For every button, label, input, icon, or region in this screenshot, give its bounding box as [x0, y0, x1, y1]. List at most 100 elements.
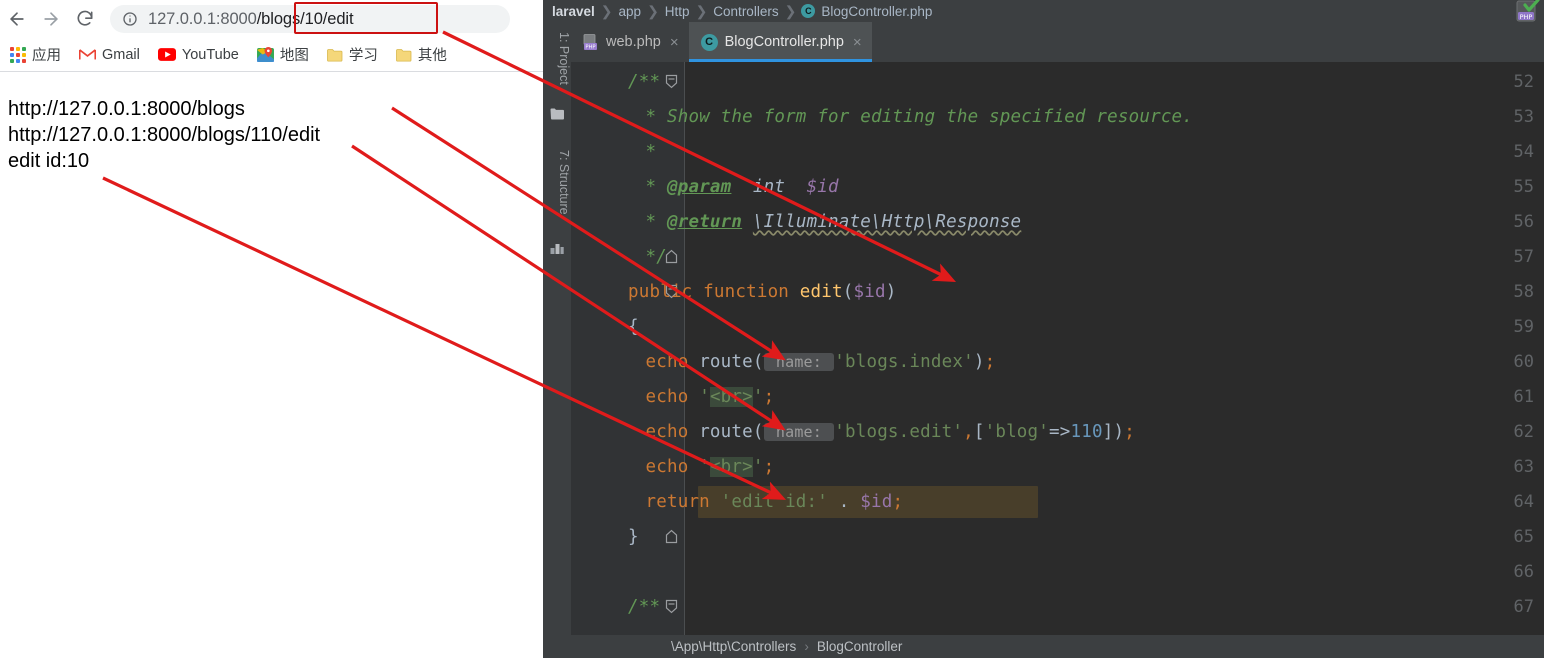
code-token: $id: [806, 176, 839, 197]
breadcrumb-item-app[interactable]: app: [619, 4, 642, 19]
code-token: * Show the form for editing the specifie…: [645, 106, 1194, 127]
tab-web-php[interactable]: PHP web.php ×: [571, 22, 689, 62]
code-line[interactable]: {: [571, 309, 1544, 344]
code-token: =>: [1049, 421, 1071, 442]
apps-grid-icon: [10, 46, 26, 63]
folder-icon: [326, 48, 343, 62]
code-token: /**: [628, 596, 661, 617]
php-file-icon: PHP: [583, 33, 599, 51]
svg-text:PHP: PHP: [1520, 13, 1533, 21]
code-line[interactable]: [571, 554, 1544, 589]
page-output-line: http://127.0.0.1:8000/blogs: [8, 98, 245, 120]
breadcrumb-item-project[interactable]: laravel: [552, 4, 595, 19]
google-maps-icon: [256, 46, 274, 63]
close-icon[interactable]: ×: [853, 34, 862, 51]
page-output-line: edit id:10: [8, 150, 90, 172]
status-path[interactable]: \App\Http\Controllers: [671, 639, 796, 654]
page-content: http://127.0.0.1:8000/blogs http://127.0…: [0, 74, 545, 658]
forward-button[interactable]: [34, 2, 68, 36]
code-token: 'blogs.index': [834, 351, 974, 372]
structure-icon: [550, 240, 564, 254]
code-token: 'edit id:': [720, 491, 829, 512]
code-line[interactable]: echo route( name: 'blogs.index');: [571, 344, 1544, 379]
code-token: ;: [763, 386, 775, 407]
status-separator-icon: ›: [804, 639, 809, 654]
status-symbol[interactable]: BlogController: [817, 639, 903, 654]
code-token: {: [628, 316, 639, 337]
code-token: *: [645, 141, 657, 162]
tab-blogcontroller-php[interactable]: C BlogController.php ×: [688, 22, 872, 62]
bookmark-apps[interactable]: 应用: [10, 44, 61, 65]
code-token: echo: [645, 351, 700, 372]
code-token: edit: [799, 281, 843, 302]
svg-text:PHP: PHP: [585, 44, 595, 50]
breadcrumb-separator-icon: ❯: [784, 2, 797, 19]
bookmark-label: 其他: [417, 48, 447, 64]
code-line[interactable]: }: [571, 519, 1544, 554]
folder-icon: [395, 48, 412, 62]
code-token: @param: [666, 176, 732, 197]
code-token: */: [645, 246, 667, 267]
code-token: ': [752, 386, 764, 407]
code-text: }: [571, 527, 639, 547]
code-line[interactable]: echo route( name: 'blogs.edit',['blog'=>…: [571, 414, 1544, 449]
code-token: ): [885, 281, 897, 302]
breadcrumb-item-file[interactable]: BlogController.php: [821, 4, 932, 19]
code-line[interactable]: echo '<br>';: [571, 379, 1544, 414]
breadcrumb-item-controllers[interactable]: Controllers: [713, 4, 778, 19]
code-text: return 'edit id:' . $id;: [571, 491, 904, 512]
code-token: route: [699, 351, 753, 372]
code-token: (: [752, 351, 764, 372]
php-file-status-indicator[interactable]: PHP: [1514, 0, 1540, 24]
editor-tab-bar: PHP web.php × C BlogController.php ×: [543, 22, 1544, 62]
tool-window-strip: 1: Project 7: Structure: [543, 22, 571, 658]
code-line[interactable]: * @param int $id: [571, 169, 1544, 204]
code-line[interactable]: */: [571, 239, 1544, 274]
code-editor[interactable]: 52/** 53 * Show the form for editing the s…: [571, 62, 1544, 635]
tool-window-structure[interactable]: 7: Structure: [543, 150, 571, 215]
code-token: function: [703, 281, 800, 302]
breadcrumb-item-http[interactable]: Http: [665, 4, 690, 19]
code-token: ': [699, 386, 710, 407]
code-token: ': [699, 456, 710, 477]
info-circle-icon[interactable]: [122, 11, 138, 27]
code-text: *: [571, 141, 657, 162]
code-token: int: [731, 176, 807, 197]
back-button[interactable]: [0, 2, 34, 36]
bookmarks-bar: 应用 Gmail YouTube 地图 学习 其他: [0, 38, 545, 72]
code-line[interactable]: echo '<br>';: [571, 449, 1544, 484]
reload-button[interactable]: [68, 2, 102, 36]
code-text: */: [571, 247, 667, 267]
bookmark-folder-study[interactable]: 学习: [326, 44, 378, 65]
address-bar[interactable]: 127.0.0.1:8000/blogs/10/edit: [110, 5, 510, 33]
code-line[interactable]: * @return \Illuminate\Http\Response: [571, 204, 1544, 239]
url-path: /blogs/10/edit: [256, 9, 354, 28]
bookmark-label: 地图: [279, 48, 309, 64]
php-class-icon: C: [801, 4, 816, 18]
address-bar-text: 127.0.0.1:8000/blogs/10/edit: [148, 9, 354, 29]
code-text: * @param int $id: [571, 177, 839, 197]
bookmark-folder-other[interactable]: 其他: [395, 44, 447, 65]
code-token: \Illuminate\Http\Response: [752, 211, 1022, 232]
code-line[interactable]: /**: [571, 64, 1544, 99]
code-line[interactable]: *: [571, 134, 1544, 169]
code-token: (: [842, 281, 854, 302]
tool-window-project[interactable]: 1: Project: [543, 32, 571, 85]
code-line[interactable]: /**: [571, 589, 1544, 624]
code-line[interactable]: public function edit($id): [571, 274, 1544, 309]
bookmark-gmail[interactable]: Gmail: [79, 47, 140, 63]
code-text: /**: [571, 597, 660, 617]
code-token: ]: [1102, 421, 1114, 442]
code-token: return: [645, 491, 721, 512]
code-line[interactable]: return 'edit id:' . $id;: [571, 484, 1544, 519]
code-text: public function edit($id): [571, 282, 896, 302]
code-line[interactable]: * Show the form for editing the specifie…: [571, 99, 1544, 134]
close-icon[interactable]: ×: [670, 34, 679, 51]
bookmark-youtube[interactable]: YouTube: [157, 47, 239, 63]
code-token: echo: [645, 456, 700, 477]
code-token: ;: [892, 491, 904, 512]
code-text: echo '<br>';: [571, 456, 774, 477]
bookmark-maps[interactable]: 地图: [256, 44, 309, 65]
php-class-icon: C: [700, 33, 718, 51]
